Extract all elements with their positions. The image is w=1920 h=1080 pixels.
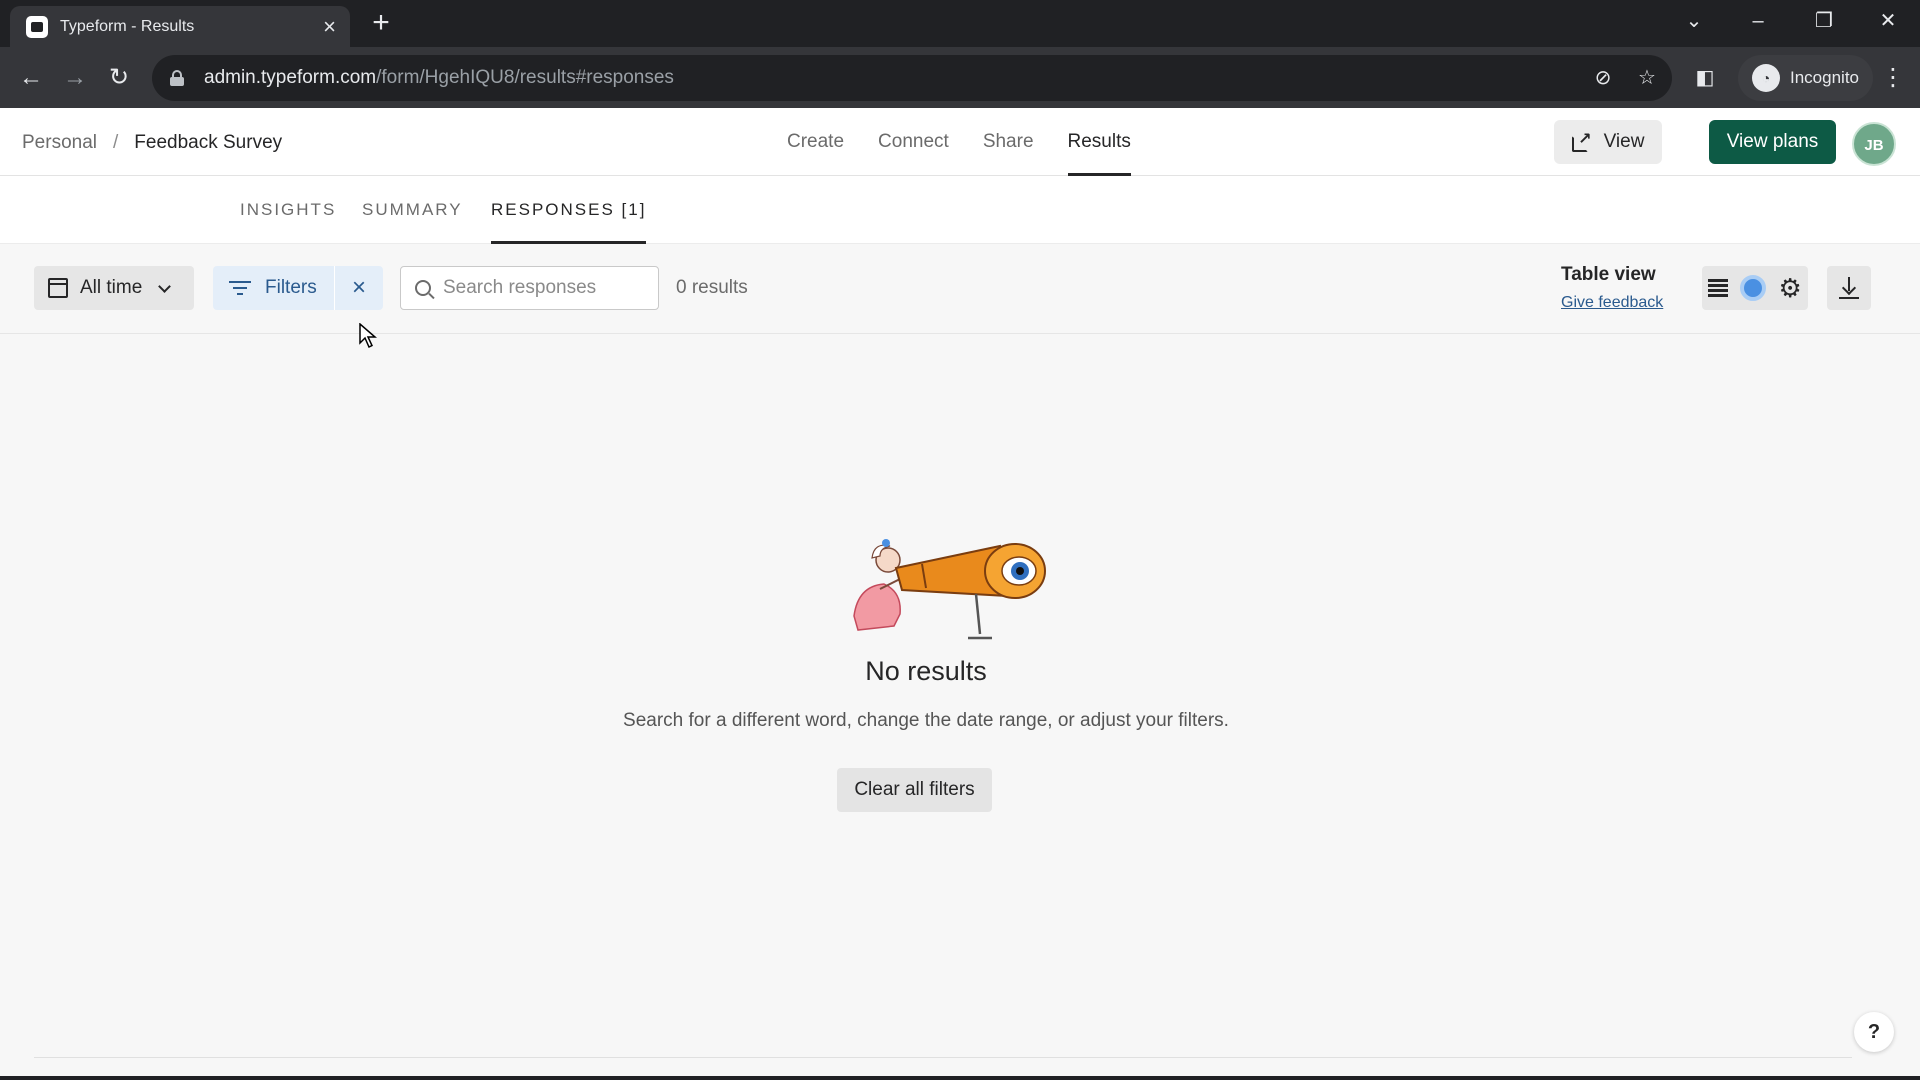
tab-close-icon[interactable]: × <box>323 15 336 38</box>
typeform-favicon-icon <box>26 15 48 38</box>
responses-content: No results Search for a different word, … <box>0 334 1920 1080</box>
external-link-icon: ↗ <box>1571 131 1592 152</box>
clear-filters-icon[interactable]: × <box>335 266 383 310</box>
tab-responses[interactable]: RESPONSES [1] <box>491 176 647 244</box>
gear-icon[interactable]: ⚙ <box>1779 275 1802 301</box>
tab-title: Typeform - Results <box>60 17 195 35</box>
filters-label: Filters <box>265 277 317 298</box>
url-host: admin.typeform.com <box>204 67 377 88</box>
download-icon <box>1839 277 1859 299</box>
browser-toolbar: ← → ↻ admin.typeform.com/form/HgehIQU8/r… <box>0 47 1920 108</box>
breadcrumb-form-title[interactable]: Feedback Survey <box>134 132 282 154</box>
filters-group: Filters × <box>213 266 383 310</box>
clear-all-filters-button[interactable]: Clear all filters <box>837 768 992 812</box>
filter-icon <box>229 280 251 296</box>
date-range-dropdown[interactable]: All time <box>34 266 194 310</box>
give-feedback-link[interactable]: Give feedback <box>1561 294 1663 312</box>
results-subtabs: INSIGHTS SUMMARY RESPONSES [1] <box>0 176 1920 244</box>
breadcrumb-separator: / <box>113 132 119 153</box>
bookmark-star-icon[interactable]: ☆ <box>1634 65 1660 91</box>
app-header: Personal / Feedback Survey Create Connec… <box>0 108 1920 176</box>
tab-summary[interactable]: SUMMARY <box>362 176 463 244</box>
tab-search-icon[interactable]: ⌄ <box>1674 6 1714 36</box>
address-bar[interactable]: admin.typeform.com/form/HgehIQU8/results… <box>152 55 1672 101</box>
view-label: View <box>1603 131 1645 152</box>
empty-state-description: Search for a different word, change the … <box>623 710 1229 731</box>
lock-icon <box>170 70 184 86</box>
view-plans-button[interactable]: View plans <box>1709 120 1836 164</box>
main-nav: Create Connect Share Results <box>787 108 1132 176</box>
responses-table-card <box>34 358 1852 1058</box>
reload-icon[interactable]: ↻ <box>102 61 136 95</box>
incognito-profile[interactable]: ◔ Incognito <box>1738 55 1873 101</box>
avatar[interactable]: JB <box>1852 122 1896 166</box>
back-icon[interactable]: ← <box>14 61 48 95</box>
minimize-icon[interactable]: – <box>1738 6 1778 36</box>
table-view-label: Table view <box>1561 264 1656 285</box>
chevron-down-icon <box>158 279 172 293</box>
new-tab-icon[interactable]: + <box>366 8 396 39</box>
restore-icon[interactable]: ❐ <box>1804 6 1844 36</box>
browser-tab[interactable]: Typeform - Results × <box>10 6 350 47</box>
calendar-icon <box>48 278 68 298</box>
help-button[interactable]: ? <box>1854 1012 1894 1052</box>
nav-create[interactable]: Create <box>787 108 844 176</box>
browser-tabstrip: Typeform - Results × + ⌄ – ❐ ✕ <box>0 0 1920 47</box>
nav-connect[interactable]: Connect <box>878 108 949 176</box>
view-form-button[interactable]: ↗ View <box>1554 120 1662 164</box>
table-view-toggle[interactable] <box>1740 275 1767 301</box>
search-icon <box>415 280 431 296</box>
nav-results[interactable]: Results <box>1067 108 1132 176</box>
incognito-icon: ◔ <box>1752 64 1780 92</box>
filter-bar: All time Filters × 0 results Table view … <box>0 244 1920 334</box>
download-button[interactable] <box>1827 266 1871 310</box>
telescope-illustration <box>853 539 1046 640</box>
side-panel-icon[interactable]: ◧ <box>1692 65 1718 91</box>
table-view-controls: ⚙ <box>1702 266 1808 310</box>
breadcrumb-workspace[interactable]: Personal <box>22 132 97 154</box>
window-close-icon[interactable]: ✕ <box>1868 6 1908 36</box>
search-field[interactable] <box>400 266 659 310</box>
breadcrumb: Personal / Feedback Survey <box>22 132 282 154</box>
tab-insights[interactable]: INSIGHTS <box>240 176 336 244</box>
mouse-cursor-icon <box>359 323 377 349</box>
incognito-label: Incognito <box>1790 68 1859 87</box>
results-count: 0 results <box>676 277 748 298</box>
eye-slash-icon[interactable]: ⊘ <box>1590 65 1616 91</box>
forward-icon[interactable]: → <box>58 61 92 95</box>
empty-state-title: No results <box>865 656 987 686</box>
search-input[interactable] <box>443 277 643 299</box>
list-view-icon[interactable] <box>1708 279 1729 297</box>
filters-button[interactable]: Filters <box>213 266 335 310</box>
browser-menu-icon[interactable]: ⋮ <box>1878 61 1908 95</box>
url-path: /form/HgehIQU8/results#responses <box>376 67 674 88</box>
bottom-edge <box>0 1076 1920 1080</box>
date-range-label: All time <box>80 277 143 298</box>
nav-share[interactable]: Share <box>983 108 1034 176</box>
